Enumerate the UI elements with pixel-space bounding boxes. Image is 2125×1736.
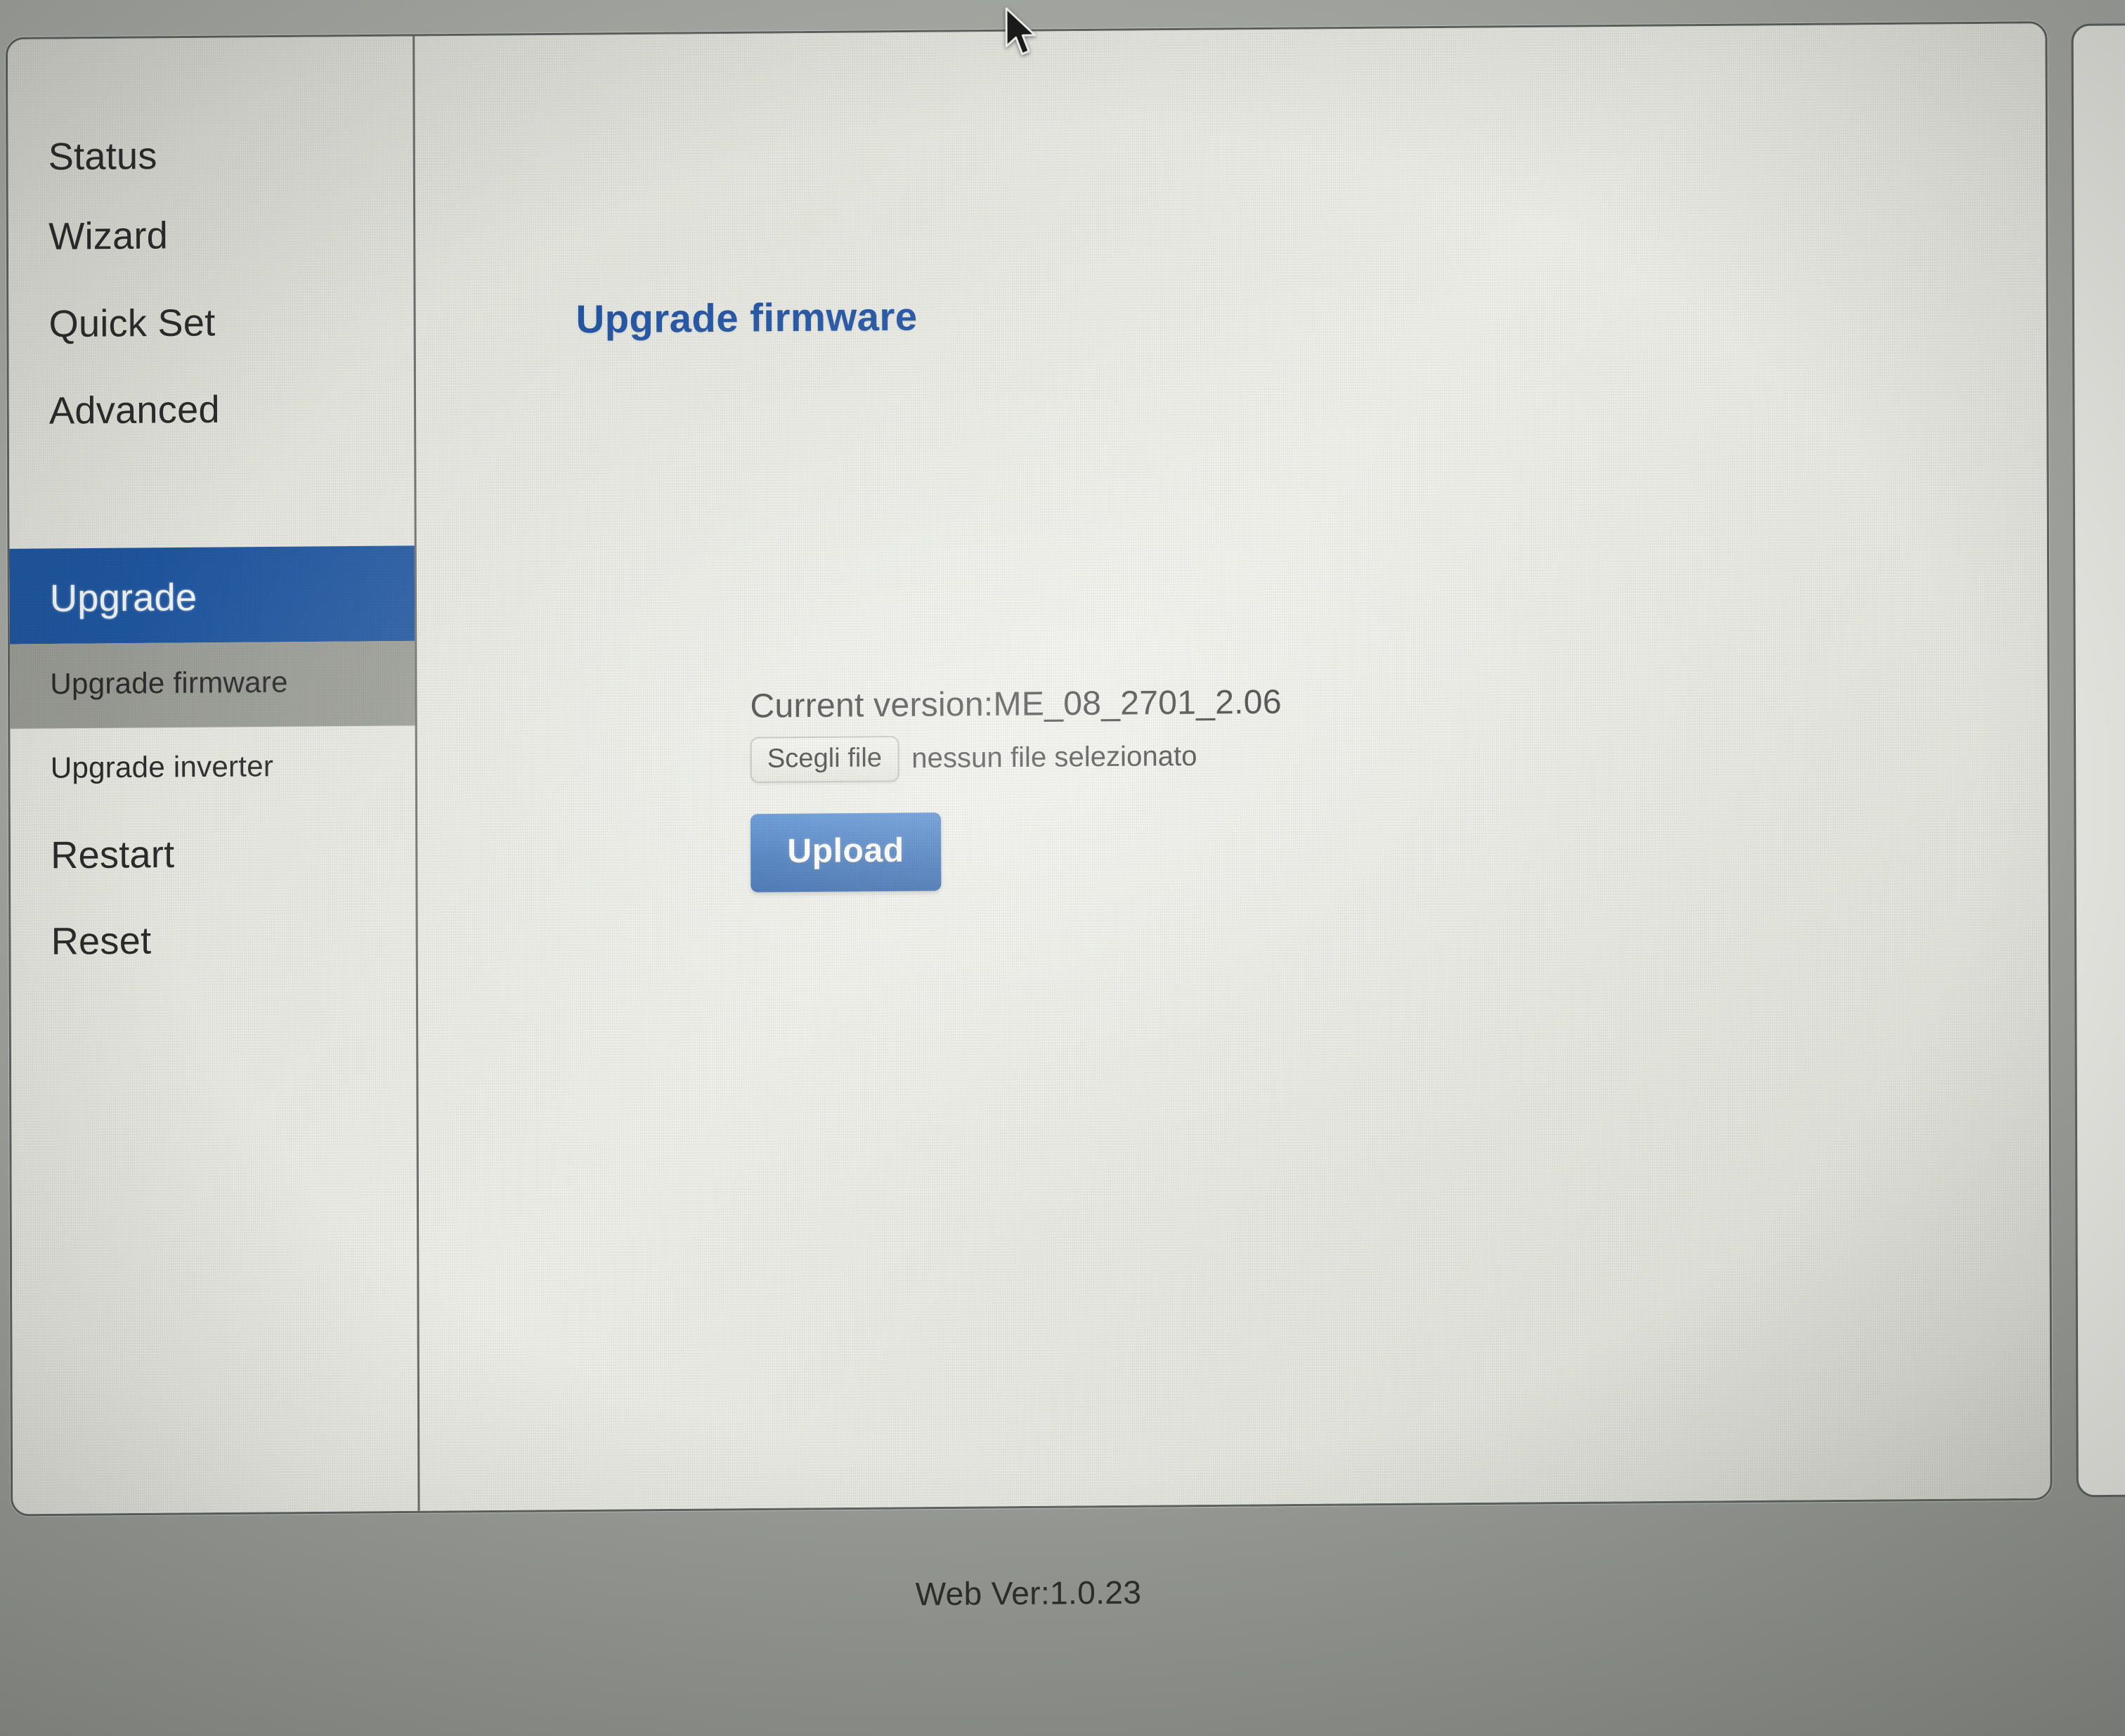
router-web-page: Status Wizard Quick Set Advanced Upgrade xyxy=(7,23,2051,1515)
sidebar-item-upgrade[interactable]: Upgrade xyxy=(9,545,415,644)
web-version-footer: Web Ver:1.0.23 xyxy=(915,1574,1142,1612)
sidebar-item-label: Upgrade inverter xyxy=(50,749,274,784)
sidebar-item-reset[interactable]: Reset xyxy=(11,919,415,963)
file-input-row[interactable]: Scegli file nessun file selezionato xyxy=(750,731,1527,783)
sidebar-item-label: Upgrade firmware xyxy=(50,665,288,701)
monitor-photo: Status Wizard Quick Set Advanced Upgrade xyxy=(0,0,2125,1736)
sidebar-item-label: Advanced xyxy=(48,388,220,432)
sidebar-item-status[interactable]: Status xyxy=(8,134,412,179)
sidebar-item-label: Status xyxy=(48,134,157,179)
selected-file-label: nessun file selezionato xyxy=(911,740,1197,775)
sidebar-item-label: Restart xyxy=(51,833,175,877)
sidebar-item-label: Upgrade xyxy=(49,576,197,620)
sidebar-nav: Status Wizard Quick Set Advanced Upgrade xyxy=(7,36,420,1515)
sidebar-item-label: Wizard xyxy=(48,214,169,258)
browser-window: Status Wizard Quick Set Advanced Upgrade xyxy=(5,21,2053,1517)
upload-button[interactable]: Upload xyxy=(750,812,942,893)
page-title: Upgrade firmware xyxy=(576,293,918,341)
sidebar-item-wizard[interactable]: Wizard xyxy=(8,214,413,258)
main-content: Upgrade firmware Current version:ME_08_2… xyxy=(415,23,2050,1511)
background-window[interactable] xyxy=(2071,22,2125,1498)
sidebar-item-label: Quick Set xyxy=(48,302,216,346)
choose-file-button[interactable]: Scegli file xyxy=(750,736,899,783)
sidebar-item-quick-set[interactable]: Quick Set xyxy=(8,302,413,346)
sidebar-item-upgrade-inverter[interactable]: Upgrade inverter xyxy=(10,749,415,784)
current-version-text: Current version:ME_08_2701_2.06 xyxy=(750,683,1282,725)
sidebar-item-restart[interactable]: Restart xyxy=(11,833,415,877)
sidebar-item-label: Reset xyxy=(51,919,152,963)
arrow-pointer-icon xyxy=(1005,7,1036,56)
firmware-upload-form: Current version:ME_08_2701_2.06 Scegli f… xyxy=(750,681,1526,893)
sidebar-item-advanced[interactable]: Advanced xyxy=(9,388,414,432)
sidebar-item-upgrade-firmware[interactable]: Upgrade firmware xyxy=(9,640,415,729)
